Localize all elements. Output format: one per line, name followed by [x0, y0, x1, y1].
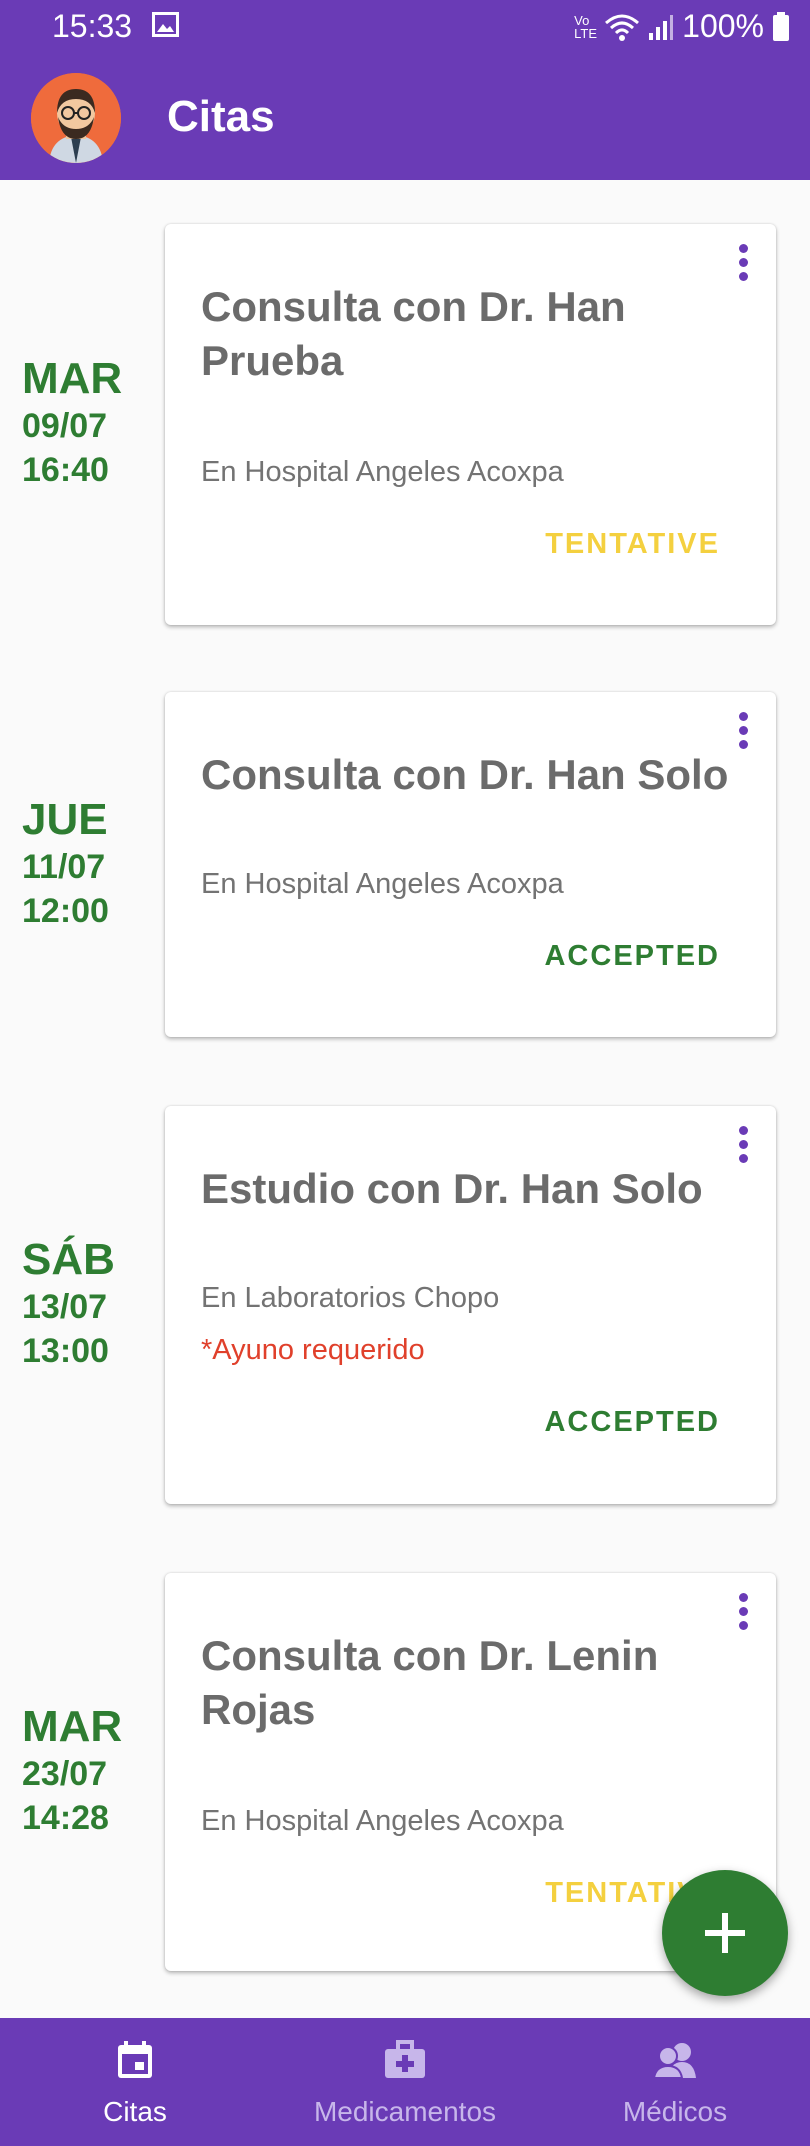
appointment-day: MAR: [22, 1702, 123, 1751]
appointment-time: 12:00: [22, 892, 109, 930]
more-options-icon[interactable]: [736, 1126, 750, 1166]
nav-item-citas[interactable]: Citas: [30, 2018, 240, 2146]
appointment-location: En Hospital Angeles Acoxpa: [201, 1805, 564, 1837]
nav-label-medicos: Médicos: [622, 2096, 728, 2127]
battery-percent: 100%: [682, 8, 764, 44]
signal-icon: [649, 14, 674, 40]
appointment-card[interactable]: Consulta con Dr. Han Solo En Hospital An…: [165, 692, 776, 1037]
nav-item-medicos[interactable]: Médicos: [580, 2018, 770, 2146]
more-options-icon[interactable]: [736, 1593, 750, 1633]
wifi-icon: [605, 14, 640, 41]
more-options-icon[interactable]: [736, 712, 750, 752]
appointment-card[interactable]: Consulta con Dr. Han Prueba En Hospital …: [165, 224, 776, 625]
appointment-title: Consulta con Dr. Lenin Rojas: [201, 1632, 659, 1733]
doctors-icon: [652, 2043, 696, 2079]
appointment-daymonth: 13/07: [22, 1288, 108, 1326]
appointment-date: MAR 09/07 16:40: [22, 354, 122, 492]
image-notification-icon: [152, 12, 179, 37]
status-bar: 15:33 Vo LTE 100%: [0, 0, 810, 52]
volte-label: Vo LTE: [574, 12, 598, 41]
nav-item-medicamentos[interactable]: Medicamentos: [290, 2018, 520, 2146]
more-options-icon[interactable]: [736, 244, 750, 284]
appointment-time: 16:40: [22, 451, 109, 489]
page-title: Citas: [167, 92, 275, 141]
appointment-date: JUE 11/07 12:00: [22, 795, 109, 933]
appointment-time: 13:00: [22, 1332, 109, 1370]
appointment-date: SÁB 13/07 13:00: [22, 1235, 115, 1373]
user-avatar[interactable]: [31, 73, 121, 163]
appointment-day: MAR: [22, 354, 123, 403]
appointment-title: Consulta con Dr. Han Solo: [201, 751, 729, 798]
appointment-card[interactable]: Estudio con Dr. Han Solo En Laboratorios…: [165, 1106, 776, 1504]
add-appointment-button[interactable]: [662, 1870, 788, 1996]
appointment-daymonth: 09/07: [22, 407, 108, 445]
app-bar: Citas: [0, 52, 810, 180]
nav-label-citas: Citas: [103, 2096, 167, 2127]
status-time: 15:33: [52, 8, 133, 44]
appointment-note: *Ayuno requerido: [201, 1334, 425, 1366]
appointment-status: ACCEPTED: [544, 940, 720, 972]
appointment-daymonth: 23/07: [22, 1755, 108, 1793]
appointment-location: En Hospital Angeles Acoxpa: [201, 456, 564, 488]
appointment-time: 14:28: [22, 1799, 109, 1837]
appointment-day: JUE: [22, 795, 108, 844]
status-indicators: Vo LTE 100%: [574, 8, 790, 45]
appointment-title: Consulta con Dr. Han Prueba: [201, 283, 626, 384]
appointment-location: En Laboratorios Chopo: [201, 1282, 500, 1314]
appointment-status: ACCEPTED: [544, 1406, 720, 1438]
calendar-icon: [118, 2041, 152, 2078]
appointment-daymonth: 11/07: [22, 848, 106, 886]
avatar-illustration: [31, 73, 121, 163]
appointment-title: Estudio con Dr. Han Solo: [201, 1165, 703, 1212]
nav-label-medicamentos: Medicamentos: [313, 2096, 497, 2127]
plus-icon: [705, 1913, 745, 1953]
bottom-navigation: Citas Medicamentos Médicos: [0, 2018, 810, 2146]
battery-icon: [773, 11, 789, 41]
medkit-icon: [385, 2040, 425, 2078]
appointment-date: MAR 23/07 14:28: [22, 1702, 122, 1840]
appointment-location: En Hospital Angeles Acoxpa: [201, 868, 564, 900]
appointment-day: SÁB: [22, 1235, 115, 1284]
appointment-status: TENTATIVE: [545, 528, 720, 560]
